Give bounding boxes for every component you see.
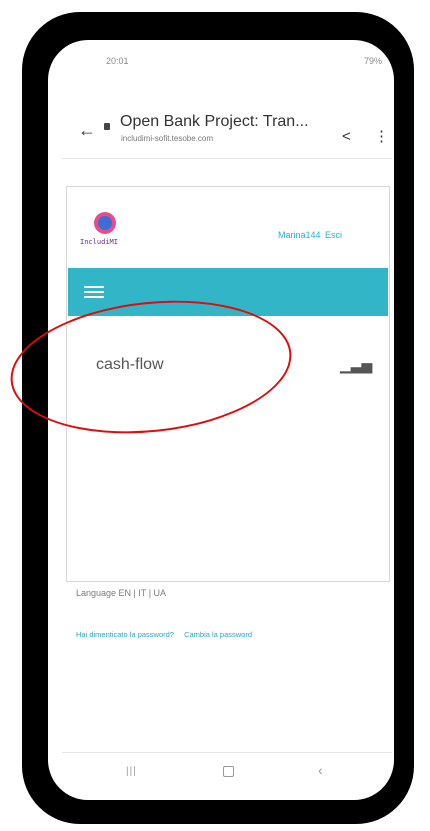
- language-selector[interactable]: Language EN | IT | UA: [76, 588, 166, 598]
- share-icon[interactable]: <: [342, 128, 351, 145]
- user-area: Marina144 Esci: [278, 230, 342, 240]
- bar-chart-icon[interactable]: ▁▃▅: [340, 357, 372, 374]
- status-bar: 20:01 79%: [58, 56, 388, 72]
- logout-link[interactable]: Esci: [325, 230, 342, 240]
- password-links: Hai dimenticato la password? Cambia la p…: [76, 630, 260, 639]
- back-arrow-icon[interactable]: ←: [78, 120, 96, 141]
- page-domain: includimi-sofit.tesobe.com: [121, 134, 214, 143]
- page-title[interactable]: Open Bank Project: Tran...: [120, 113, 309, 131]
- hamburger-menu-icon[interactable]: [84, 286, 104, 298]
- recents-icon[interactable]: |||: [126, 766, 137, 777]
- forgot-password-link[interactable]: Hai dimenticato la password?: [76, 630, 174, 639]
- lock-icon: [104, 123, 110, 130]
- change-password-link[interactable]: Cambia la password: [184, 630, 252, 639]
- toolbar-divider: [62, 158, 392, 159]
- username-link[interactable]: Marina144: [278, 230, 321, 240]
- logo-icon: [94, 212, 116, 234]
- navbar-divider: [62, 752, 392, 753]
- more-options-icon[interactable]: ⋮: [374, 127, 389, 145]
- home-icon[interactable]: [223, 766, 234, 777]
- status-battery: 79%: [363, 56, 382, 66]
- status-time: 20:01: [106, 56, 129, 66]
- logo-text: IncludiMI: [80, 238, 118, 246]
- nav-back-icon[interactable]: ‹: [318, 762, 323, 778]
